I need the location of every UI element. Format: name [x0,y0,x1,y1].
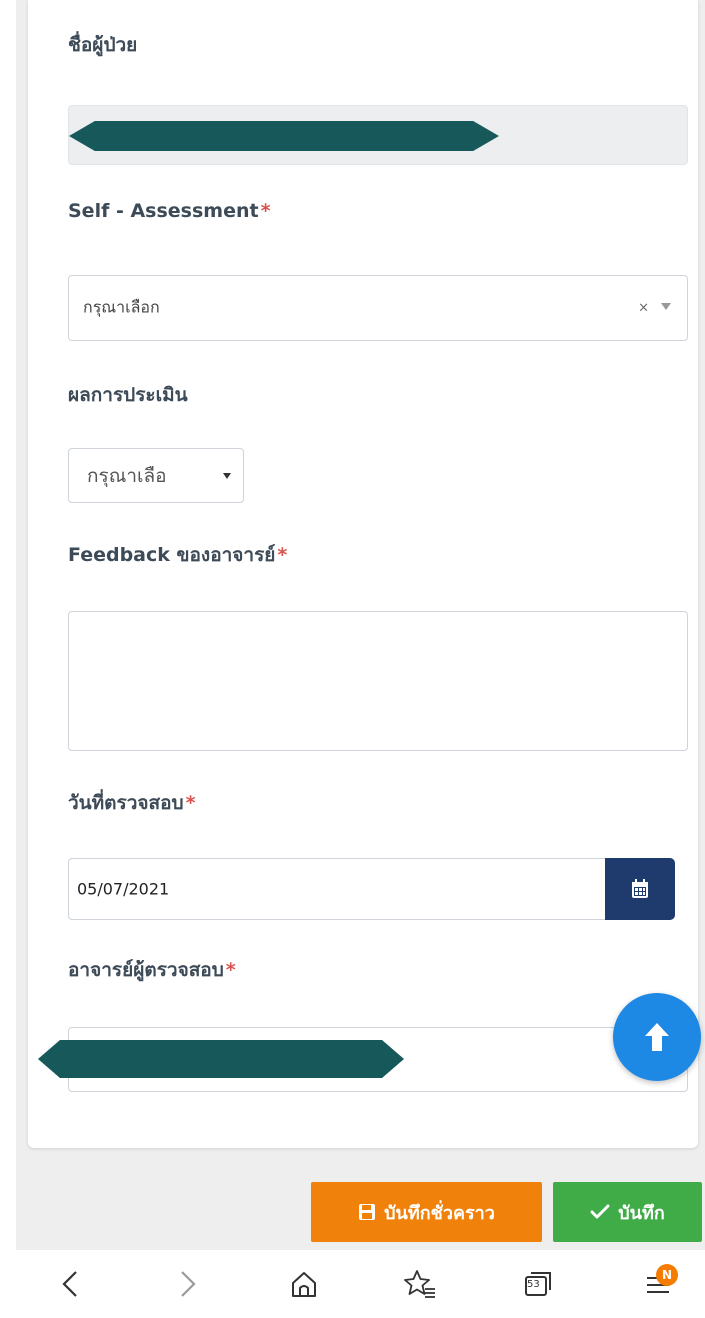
evaluation-result-label: ผลการประเมิน [68,384,188,406]
evaluation-result-value: กรุณาเลือ [87,464,167,487]
save-button[interactable]: บันทึก [553,1182,702,1242]
menu-badge: N [656,1264,678,1286]
redacted-inspector-name [38,1040,404,1078]
calendar-button[interactable] [605,858,675,920]
self-assessment-placeholder: กรุณาเลือก [83,297,160,317]
save-label: บันทึก [618,1202,665,1224]
browser-nav-bar: 53 N [0,1250,705,1318]
back-button[interactable] [48,1262,92,1306]
save-draft-button[interactable]: บันทึกชั่วคราว [311,1182,542,1242]
feedback-label: Feedback ของอาจารย์ * [68,544,288,566]
redacted-patient-name [69,121,499,151]
form-card: ชื่อผู้ป่วย Self - Assessment * กรุณาเลือ… [28,0,698,1148]
inspector-label: อาจารย์ผู้ตรวจสอบ * [68,959,236,981]
arrow-up-icon [645,1023,669,1051]
floppy-disk-icon [359,1204,376,1220]
chevron-down-icon [223,473,231,479]
chevron-down-icon [661,303,671,310]
tabs-button[interactable]: 53 [516,1262,560,1306]
favorites-icon [404,1270,435,1298]
inspection-date-value: 05/07/2021 [77,879,170,899]
home-button[interactable] [282,1262,326,1306]
scroll-top-button[interactable] [613,993,701,1081]
self-assessment-select[interactable]: กรุณาเลือก × [68,275,688,341]
self-assessment-label: Self - Assessment * [68,200,271,222]
menu-button[interactable]: N [636,1262,680,1306]
tab-count: 53 [527,1279,540,1290]
inspection-date-input[interactable]: 05/07/2021 [68,858,628,920]
checkmark-icon [590,1204,610,1219]
save-draft-label: บันทึกชั่วคราว [384,1202,495,1224]
patient-name-field [68,105,688,165]
forward-button[interactable] [166,1262,210,1306]
chevron-left-icon [62,1271,77,1297]
patient-name-label: ชื่อผู้ป่วย [68,34,138,56]
inspection-date-label: วันที่ตรวจสอบ * [68,792,196,814]
feedback-textarea[interactable] [68,611,688,751]
evaluation-result-select[interactable]: กรุณาเลือ [68,448,244,503]
clear-selection-icon[interactable]: × [638,301,649,316]
chevron-right-icon [181,1271,196,1297]
favorites-button[interactable] [398,1262,442,1306]
calendar-icon [632,879,648,898]
home-icon [292,1272,316,1297]
